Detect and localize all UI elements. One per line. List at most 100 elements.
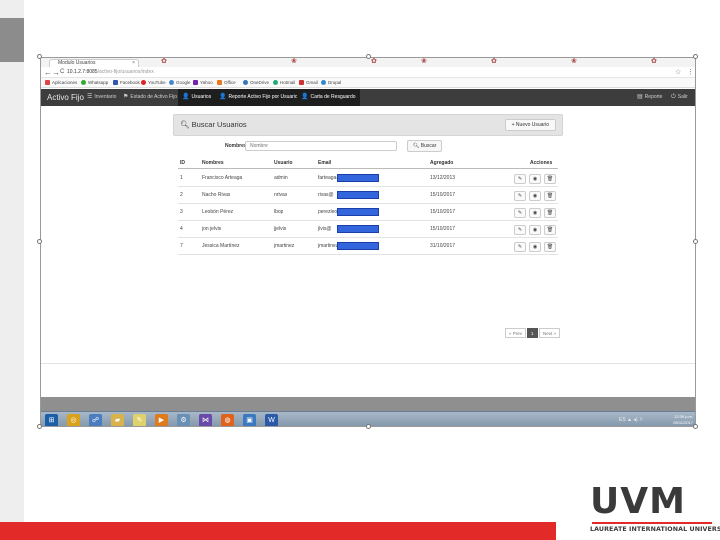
edit-icon[interactable]: ✎ [514,208,526,218]
cell-agregado: 31/10/2017 [430,243,456,249]
notes-icon[interactable]: ✎ [133,414,146,426]
cell-usuario: lbop [274,209,284,215]
resize-handle[interactable] [37,54,42,59]
nav-item-inventario[interactable]: ☰ Inventario [83,89,120,106]
edit-icon[interactable]: ✎ [514,191,526,201]
nav-item-reporte-usuario[interactable]: 👤 Reporte Activo Fijo por Usuario [215,89,302,106]
slide: Modulo Usuarios × ✿ ❀ ✿ ❀ ✿ ❀ ✿ ← → C 10… [0,0,720,540]
bookmark-item[interactable]: YouTube [141,78,166,88]
drupal-icon [321,80,326,85]
tools-icon[interactable]: ⚙ [177,414,190,426]
cell-email: rivas@ [318,192,334,198]
main-content: 🔍︎ Buscar Usuarios + Nuevo Usuario Nombr… [41,106,695,396]
back-icon[interactable]: ← [44,68,52,77]
delete-icon[interactable]: 🗑︎ [544,191,556,201]
url-field[interactable]: 10.1.2.7:8085/activo-fijo/usuarios/index [67,69,627,76]
new-user-button[interactable]: + Nuevo Usuario [504,119,556,131]
view-icon[interactable]: ◉ [529,242,541,252]
delete-icon[interactable]: 🗑︎ [544,208,556,218]
chrome-icon[interactable]: ◎ [67,414,80,426]
cell-nombres: jon jelvis [202,226,222,232]
bookmark-item[interactable]: Hotmail [273,78,295,88]
table-row: 7 Jessica Martínez jmartinez jmartinez@ 31/1… [178,238,558,255]
list-icon: ☰ [87,94,93,100]
search-button[interactable]: 🔍︎ Buscar [407,140,443,152]
view-icon[interactable]: ◉ [529,174,541,184]
cell-email: jlvis@ [318,226,332,232]
taskbar-clock[interactable]: 12:39 p.m. 05/11/2017 [673,414,693,426]
table-row: 3 Leobón Pérez lbop perezleobon@ 15/10/2017 ✎… [178,204,558,221]
bookmark-item[interactable]: OneDrive [243,78,269,88]
firefox-icon[interactable]: ◍ [221,414,234,426]
resize-handle[interactable] [37,424,42,429]
office-icon [217,80,222,85]
pager-prev[interactable]: « Prev [505,328,527,338]
table-row: 1 Francisco Arteaga admin farteaga@ 13/12/20… [178,170,558,187]
resize-handle[interactable] [693,239,698,244]
bookmark-item[interactable]: Drupal [321,78,341,88]
pager-page-current[interactable]: 1 [527,328,538,338]
resize-handle[interactable] [366,54,371,59]
windows-start-icon[interactable]: ⊞ [45,414,58,426]
flower-icon: ✿ [161,58,167,65]
cell-agregado: 13/12/2013 [430,175,456,181]
redacted-email-block [337,174,379,182]
browser-tabstrip: Modulo Usuarios × ✿ ❀ ✿ ❀ ✿ ❀ ✿ [41,58,695,67]
view-icon[interactable]: ◉ [529,225,541,235]
resize-handle[interactable] [37,239,42,244]
bookmark-item[interactable]: Yahoo [193,78,213,88]
network-icon[interactable]: ☍ [89,414,102,426]
edit-icon[interactable]: ✎ [514,242,526,252]
visual-studio-icon[interactable]: ⋈ [199,414,212,426]
pager-next[interactable]: Next » [539,328,561,338]
view-icon[interactable]: ◉ [529,191,541,201]
resize-handle[interactable] [366,424,371,429]
power-icon: ⏻ [671,94,676,100]
left-margin-bar [0,0,24,540]
word-icon[interactable]: W [265,414,278,426]
flower-icon: ❀ [421,58,427,65]
system-tray[interactable]: ES ▲ ◂) ⚐ [619,417,643,423]
cell-id: 3 [180,209,183,215]
delete-icon[interactable]: 🗑︎ [544,174,556,184]
nav-item-reporte[interactable]: ▤ Reporte [633,89,666,106]
flower-icon: ❀ [291,58,297,65]
edit-icon[interactable]: ✎ [514,225,526,235]
bookmark-item[interactable]: Office [217,78,236,88]
nav-item-carta-resguardo[interactable]: 👤 Carta de Resguardo [297,89,360,106]
search-icon: 🔍︎ [413,143,421,149]
bookmark-star-icon[interactable]: ☆ [675,68,681,77]
folder-icon[interactable]: ▰ [111,414,124,426]
bookmark-item[interactable]: Whatsapp [81,78,108,88]
bookmark-item[interactable]: Gmail [299,78,318,88]
view-icon[interactable]: ◉ [529,208,541,218]
cell-id: 2 [180,192,183,198]
cell-id: 4 [180,226,183,232]
cell-nombres: Francisco Arteaga [202,175,243,181]
bookmark-item[interactable]: Google [169,78,191,88]
url-path: /activo-fijo/usuarios/index [97,69,154,75]
app-navbar: Activo Fijo ☰ Inventario ⚑ Estado de Activ… [41,89,695,106]
divider [41,363,695,364]
browser-menu-icon[interactable]: ⋮ [687,68,694,77]
search-icon: 🔍︎ [180,120,192,129]
logo-wordmark: UVM [590,481,686,522]
resize-handle[interactable] [693,424,698,429]
reload-icon[interactable]: C [60,68,64,77]
nav-item-estado[interactable]: ⚑ Estado de Activo Fijo [119,89,181,106]
edit-icon[interactable]: ✎ [514,174,526,184]
media-player-icon[interactable]: ▶ [155,414,168,426]
delete-icon[interactable]: 🗑︎ [544,225,556,235]
nav-item-usuarios[interactable]: 👤 Usuarios [178,89,216,106]
bookmark-item[interactable]: Facebook [113,78,140,88]
bookmark-item[interactable]: Aplicaciones [45,78,77,88]
user-icon: 👤 [182,94,190,100]
column-header-nombres: Nombres [202,160,224,166]
nav-item-salir[interactable]: ⏻ Salir [667,89,692,106]
search-input[interactable] [245,141,397,151]
app-brand[interactable]: Activo Fijo [47,92,84,103]
resize-handle[interactable] [693,54,698,59]
delete-icon[interactable]: 🗑︎ [544,242,556,252]
remote-desktop-icon[interactable]: ▣ [243,414,256,426]
forward-icon[interactable]: → [52,68,60,77]
